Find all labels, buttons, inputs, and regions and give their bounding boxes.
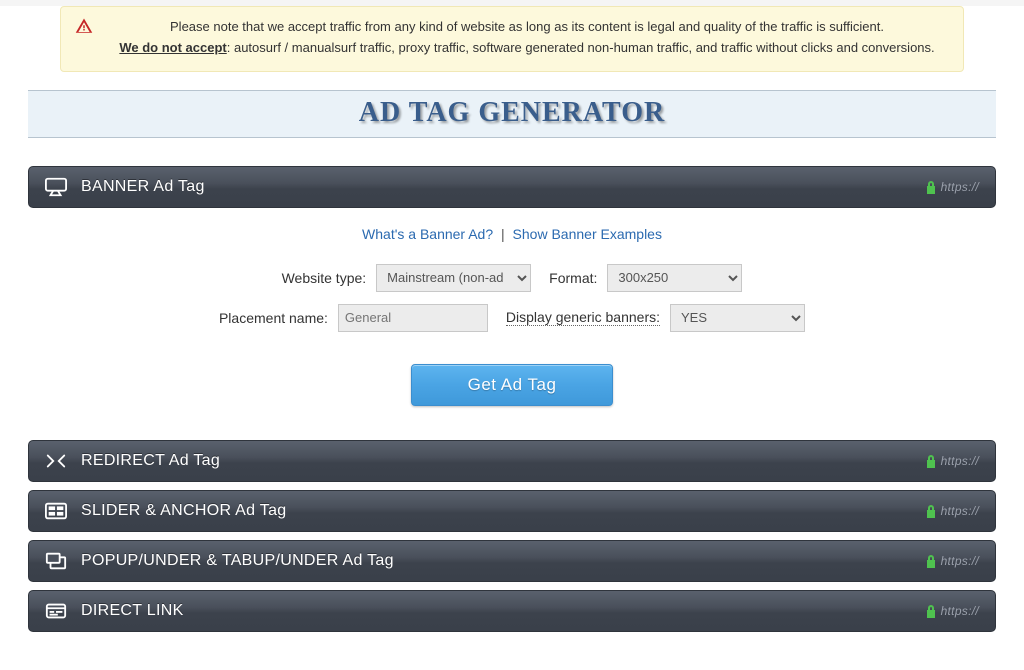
panel-redirect-label: REDIRECT Ad Tag — [81, 452, 911, 470]
https-badge: https:// — [925, 454, 979, 468]
lock-icon — [925, 554, 937, 568]
lock-icon — [925, 504, 937, 518]
page-title-wrap: AD TAG GENERATOR — [28, 90, 996, 138]
panel-banner-label: BANNER Ad Tag — [81, 178, 911, 196]
panel-slider-label: SLIDER & ANCHOR Ad Tag — [81, 502, 911, 520]
https-text: https:// — [941, 554, 979, 568]
page-title: AD TAG GENERATOR — [28, 90, 996, 138]
https-text: https:// — [941, 604, 979, 618]
form-row-2: Placement name: Display generic banners:… — [38, 304, 986, 332]
panel-banner-header[interactable]: BANNER Ad Tag https:// — [28, 166, 996, 208]
help-links: What's a Banner Ad? | Show Banner Exampl… — [38, 226, 986, 242]
https-text: https:// — [941, 504, 979, 518]
panel-directlink-label: DIRECT LINK — [81, 602, 911, 620]
website-type-label: Website type: — [282, 270, 367, 286]
format-select[interactable]: 300x250 — [607, 264, 742, 292]
notice-line1: Please note that we accept traffic from … — [111, 17, 943, 38]
placement-name-input[interactable] — [338, 304, 488, 332]
panel-directlink-header[interactable]: DIRECT LINK https:// — [28, 590, 996, 632]
popup-icon — [45, 551, 67, 571]
banner-icon — [45, 177, 67, 197]
panel-redirect-header[interactable]: REDIRECT Ad Tag https:// — [28, 440, 996, 482]
display-generic-label: Display generic banners: — [506, 309, 660, 326]
panel-popup-header[interactable]: POPUP/UNDER & TABUP/UNDER Ad Tag https:/… — [28, 540, 996, 582]
https-badge: https:// — [925, 180, 979, 194]
slider-icon — [45, 501, 67, 521]
lock-icon — [925, 454, 937, 468]
lock-icon — [925, 604, 937, 618]
https-badge: https:// — [925, 604, 979, 618]
panel-popup-label: POPUP/UNDER & TABUP/UNDER Ad Tag — [81, 552, 911, 570]
panel-slider: SLIDER & ANCHOR Ad Tag https:// — [28, 490, 996, 532]
notice-line2: We do not accept: autosurf / manualsurf … — [111, 38, 943, 59]
panel-slider-header[interactable]: SLIDER & ANCHOR Ad Tag https:// — [28, 490, 996, 532]
panel-banner: BANNER Ad Tag https:// What's a Banner A… — [28, 166, 996, 432]
panel-banner-body: What's a Banner Ad? | Show Banner Exampl… — [28, 208, 996, 432]
display-generic-select[interactable]: YES — [670, 304, 805, 332]
format-label: Format: — [549, 270, 597, 286]
link-show-examples[interactable]: Show Banner Examples — [513, 226, 662, 242]
https-badge: https:// — [925, 504, 979, 518]
traffic-notice: Please note that we accept traffic from … — [60, 6, 964, 72]
notice-rest: : autosurf / manualsurf traffic, proxy t… — [227, 40, 935, 55]
website-type-select[interactable]: Mainstream (non-ad — [376, 264, 531, 292]
link-what-is-banner[interactable]: What's a Banner Ad? — [362, 226, 493, 242]
redirect-icon — [45, 451, 67, 471]
form-row-1: Website type: Mainstream (non-ad Format:… — [38, 264, 986, 292]
directlink-icon — [45, 601, 67, 621]
warning-icon — [75, 17, 93, 35]
page-title-text: AD TAG GENERATOR — [28, 97, 996, 129]
get-ad-tag-button[interactable]: Get Ad Tag — [411, 364, 614, 406]
https-text: https:// — [941, 454, 979, 468]
https-badge: https:// — [925, 554, 979, 568]
notice-bold: We do not accept — [119, 40, 226, 55]
panel-directlink: DIRECT LINK https:// — [28, 590, 996, 632]
placement-name-label: Placement name: — [219, 310, 328, 326]
lock-icon — [925, 180, 937, 194]
https-text: https:// — [941, 180, 979, 194]
help-separator: | — [501, 226, 505, 242]
panel-popup: POPUP/UNDER & TABUP/UNDER Ad Tag https:/… — [28, 540, 996, 582]
panel-redirect: REDIRECT Ad Tag https:// — [28, 440, 996, 482]
